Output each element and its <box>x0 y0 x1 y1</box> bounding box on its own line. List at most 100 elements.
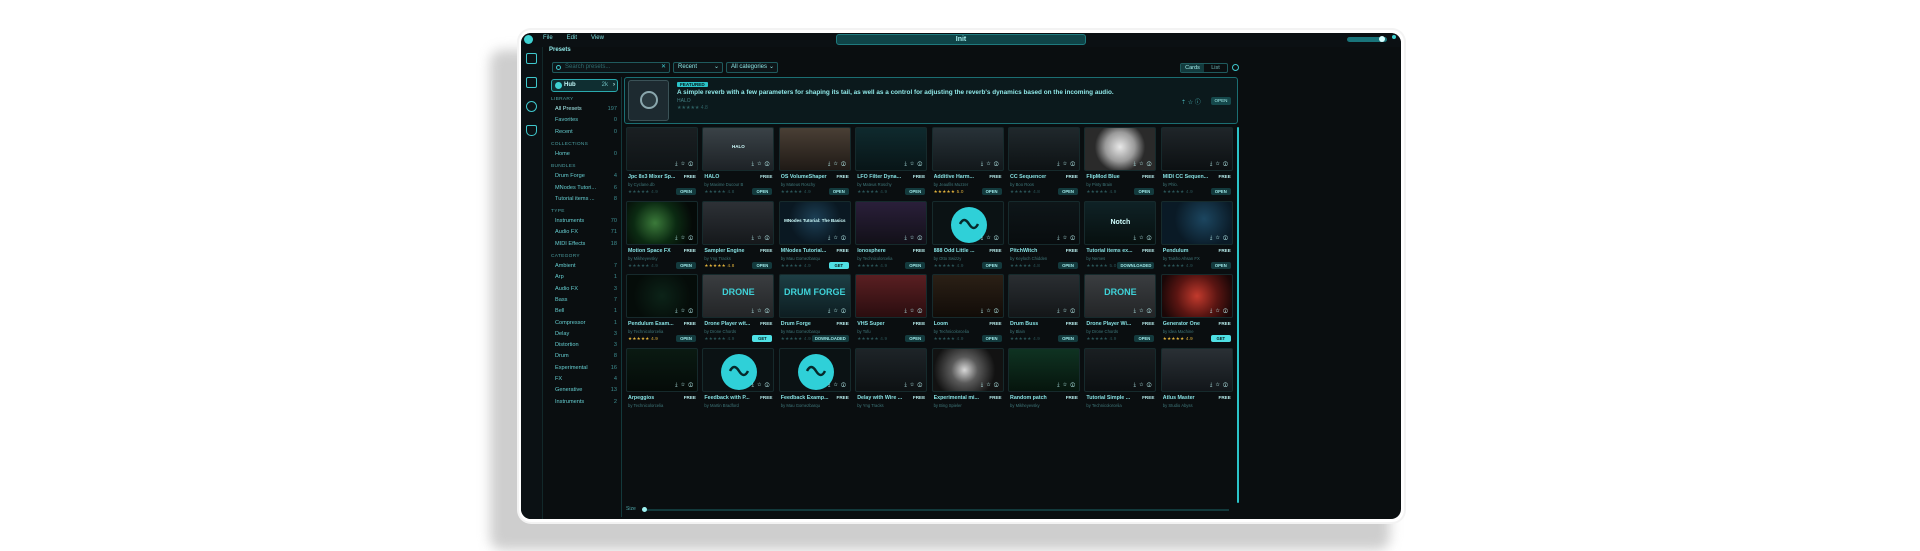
card-action-icons[interactable]: ⤓ ☆ ⓘ <box>675 382 694 388</box>
view-list-button[interactable]: List <box>1204 64 1227 72</box>
size-slider-track[interactable] <box>644 509 1229 511</box>
card-button[interactable]: OPEN <box>1134 335 1155 342</box>
sort-dropdown[interactable]: Recent ⌄ <box>673 62 723 73</box>
preset-card[interactable]: ⤓ ☆ ⓘ 888 Odd Little ... FREE by Otto Swizz… <box>931 200 1004 271</box>
card-action-icons[interactable]: ⤓ ☆ ⓘ <box>981 161 1000 167</box>
card-action-icons[interactable]: ⤓ ☆ ⓘ <box>904 382 923 388</box>
card-action-icons[interactable]: ⤓ ☆ ⓘ <box>752 161 771 167</box>
view-cards-button[interactable]: Cards <box>1181 64 1204 72</box>
card-button[interactable]: GET <box>752 335 773 342</box>
preset-thumbnail[interactable]: HALO ⤓ ☆ ⓘ <box>702 127 775 171</box>
preset-card[interactable]: ⤓ ☆ ⓘ Feedback with P... FREE by Martin Bra… <box>702 347 775 418</box>
preset-thumbnail[interactable]: ⤓ ☆ ⓘ <box>855 347 928 392</box>
card-button[interactable]: OPEN <box>905 261 926 269</box>
preset-card[interactable]: ⤓ ☆ ⓘ MIDI CC Sequen... FREE by Phlo. ★★★★★ … <box>1160 127 1233 197</box>
preset-thumbnail[interactable]: ⤓ ☆ ⓘ <box>931 200 1004 245</box>
card-action-icons[interactable]: ⤓ ☆ ⓘ <box>1134 235 1153 241</box>
card-button[interactable]: OPEN <box>1058 188 1078 195</box>
preset-thumbnail[interactable]: ⤓ ☆ ⓘ <box>626 200 698 245</box>
card-action-icons[interactable]: ⤓ ☆ ⓘ <box>752 235 771 241</box>
volume-slider[interactable] <box>1347 36 1387 42</box>
preset-thumbnail[interactable]: ⤓ ☆ ⓘ <box>778 127 851 171</box>
sidebar-item[interactable]: Instruments 70 <box>555 217 617 225</box>
preset-card[interactable]: HALO ⤓ ☆ ⓘ HALO FREE by Maxime Ducour B ★★★★★… <box>702 127 775 197</box>
menu-file[interactable]: File <box>543 35 553 41</box>
card-action-icons[interactable]: ⤓ ☆ ⓘ <box>828 235 847 241</box>
card-action-icons[interactable]: ⤓ ☆ ⓘ <box>981 235 1000 241</box>
card-action-icons[interactable]: ⤓ ☆ ⓘ <box>828 308 847 314</box>
card-button[interactable]: OPEN <box>676 261 696 269</box>
preset-card[interactable]: ⤓ ☆ ⓘ Motion Space FX FREE by Mikheyevsky ★★… <box>626 200 698 271</box>
sidebar-item[interactable]: Arp 1 <box>555 273 617 281</box>
sidebar-item[interactable]: Distortion 3 <box>555 341 617 349</box>
card-action-icons[interactable]: ⤓ ☆ ⓘ <box>752 382 771 388</box>
preset-thumbnail[interactable]: ⤓ ☆ ⓘ <box>1008 127 1080 171</box>
preset-card[interactable]: ⤓ ☆ ⓘ Pendulum FREE by Taisho Ahsan FX ★★★★★… <box>1160 200 1233 271</box>
card-action-icons[interactable]: ⤓ ☆ ⓘ <box>1134 161 1153 167</box>
sidebar-item[interactable]: Bass 7 <box>555 296 617 304</box>
sidebar-item[interactable]: Favorites 0 <box>555 116 617 124</box>
sidebar-section-bundles[interactable]: BUNDLES <box>551 164 576 169</box>
preset-thumbnail[interactable]: DRUM FORGE ⤓ ☆ ⓘ <box>778 274 851 318</box>
preset-thumbnail[interactable]: ⤓ ☆ ⓘ <box>931 274 1004 318</box>
preset-card[interactable]: ⤓ ☆ ⓘ Additive Harm... FREE by Jeaufils Muz… <box>931 127 1004 197</box>
preset-card[interactable]: ⤓ ☆ ⓘ Drum Buss FREE by Blain ★★★★★ 4.9 OPEN <box>1008 274 1080 344</box>
card-button[interactable]: OPEN <box>1210 261 1231 269</box>
sidebar-item[interactable]: Compressor 1 <box>555 319 617 327</box>
flask-icon[interactable] <box>526 125 537 136</box>
menu-edit[interactable]: Edit <box>567 35 577 41</box>
card-button[interactable]: OPEN <box>752 188 773 195</box>
featured-actions[interactable]: ⇡ ☆ ⓘ <box>1181 97 1201 106</box>
preset-thumbnail[interactable]: ⤓ ☆ ⓘ <box>1160 274 1233 318</box>
preset-thumbnail[interactable]: ⤓ ☆ ⓘ <box>1008 274 1080 318</box>
preset-thumbnail[interactable]: DRONE ⤓ ☆ ⓘ <box>702 274 775 318</box>
card-button[interactable]: OPEN <box>1134 188 1155 195</box>
card-button[interactable]: OPEN <box>1210 188 1231 195</box>
card-action-icons[interactable]: ⤓ ☆ ⓘ <box>675 161 694 167</box>
size-slider-knob[interactable] <box>642 507 647 512</box>
card-button[interactable]: OPEN <box>981 188 1002 195</box>
card-action-icons[interactable]: ⤓ ☆ ⓘ <box>904 161 923 167</box>
preset-thumbnail[interactable]: ⤓ ☆ ⓘ <box>1008 200 1080 245</box>
preset-card[interactable]: ⤓ ☆ ⓘ Atlus Master FREE by Studio Abyss <box>1160 347 1233 418</box>
preset-card[interactable]: ⤓ ☆ ⓘ Loom FREE by Technicolorcelia ★★★★★ 4.… <box>931 274 1004 344</box>
card-button[interactable]: OPEN <box>905 188 926 195</box>
sidebar-item[interactable]: Home 0 <box>555 150 617 158</box>
preset-card[interactable]: ⤓ ☆ ⓘ Sampler Engine FREE by Yng Tracks ★★★★… <box>702 200 775 271</box>
card-button[interactable]: DOWNLOADED <box>1117 261 1155 269</box>
preset-thumbnail[interactable]: ⤓ ☆ ⓘ <box>855 274 928 318</box>
preset-card[interactable]: DRONE ⤓ ☆ ⓘ Drone Player Wi... FREE by Drone… <box>1084 274 1157 344</box>
card-button[interactable]: GET <box>828 261 849 269</box>
card-action-icons[interactable]: ⤓ ☆ ⓘ <box>675 308 694 314</box>
card-action-icons[interactable]: ⤓ ☆ ⓘ <box>1134 382 1153 388</box>
sidebar-section-category[interactable]: CATEGORY <box>551 254 580 259</box>
sidebar-item[interactable]: Bell 1 <box>555 307 617 315</box>
card-button[interactable]: OPEN <box>981 335 1002 342</box>
preset-card[interactable]: ⤓ ☆ ⓘ VHS Super FREE by Tofu ★★★★★ 4.9 OPEN <box>855 274 928 344</box>
card-action-icons[interactable]: ⤓ ☆ ⓘ <box>1210 161 1229 167</box>
card-button[interactable]: DOWNLOADED <box>811 335 849 342</box>
preset-card[interactable]: ⤓ ☆ ⓘ Pendulum Exam... FREE by Technicolorc… <box>626 274 698 344</box>
preset-card[interactable]: ⤓ ☆ ⓘ Generator One FREE by Idea Machine ★★★… <box>1160 274 1233 344</box>
card-action-icons[interactable]: ⤓ ☆ ⓘ <box>1057 235 1076 241</box>
sidebar-item[interactable]: MIDI Effects 18 <box>555 240 617 248</box>
refresh-icon[interactable] <box>1232 64 1239 71</box>
preset-card[interactable]: ⤓ ☆ ⓘ Experimental mi... FREE by Bing Spiel… <box>931 347 1004 418</box>
preset-card[interactable]: ⤓ ☆ ⓘ Feedback Examp... FREE by Mau Gomezba… <box>778 347 851 418</box>
sidebar-section-collections[interactable]: COLLECTIONS <box>551 142 588 147</box>
card-action-icons[interactable]: ⤓ ☆ ⓘ <box>1057 161 1076 167</box>
featured-thumbnail[interactable] <box>628 80 669 121</box>
preset-card[interactable]: MNodes Tutorial: The Basics ⤓ ☆ ⓘ MNodes T… <box>778 200 851 271</box>
sidebar-item[interactable]: Drum Forge 4 <box>555 172 617 180</box>
preset-card[interactable]: ⤓ ☆ ⓘ Random patch FREE by Mikheyevsky <box>1008 347 1080 418</box>
preset-card[interactable]: ⤓ ☆ ⓘ PitchWitch FREE by Keyloch Chidden ★★★… <box>1008 200 1080 271</box>
view-toggle[interactable]: Cards List <box>1180 63 1228 73</box>
card-button[interactable]: OPEN <box>981 261 1002 269</box>
sidebar-item[interactable]: MNodes Tutori... 6 <box>555 184 617 192</box>
preset-thumbnail[interactable]: MNodes Tutorial: The Basics ⤓ ☆ ⓘ <box>778 200 851 245</box>
card-action-icons[interactable]: ⤓ ☆ ⓘ <box>828 161 847 167</box>
sidebar-section-type[interactable]: TYPE <box>551 209 565 214</box>
preset-thumbnail[interactable]: ⤓ ☆ ⓘ <box>1008 347 1080 392</box>
card-action-icons[interactable]: ⤓ ☆ ⓘ <box>1057 382 1076 388</box>
card-action-icons[interactable]: ⤓ ☆ ⓘ <box>752 308 771 314</box>
